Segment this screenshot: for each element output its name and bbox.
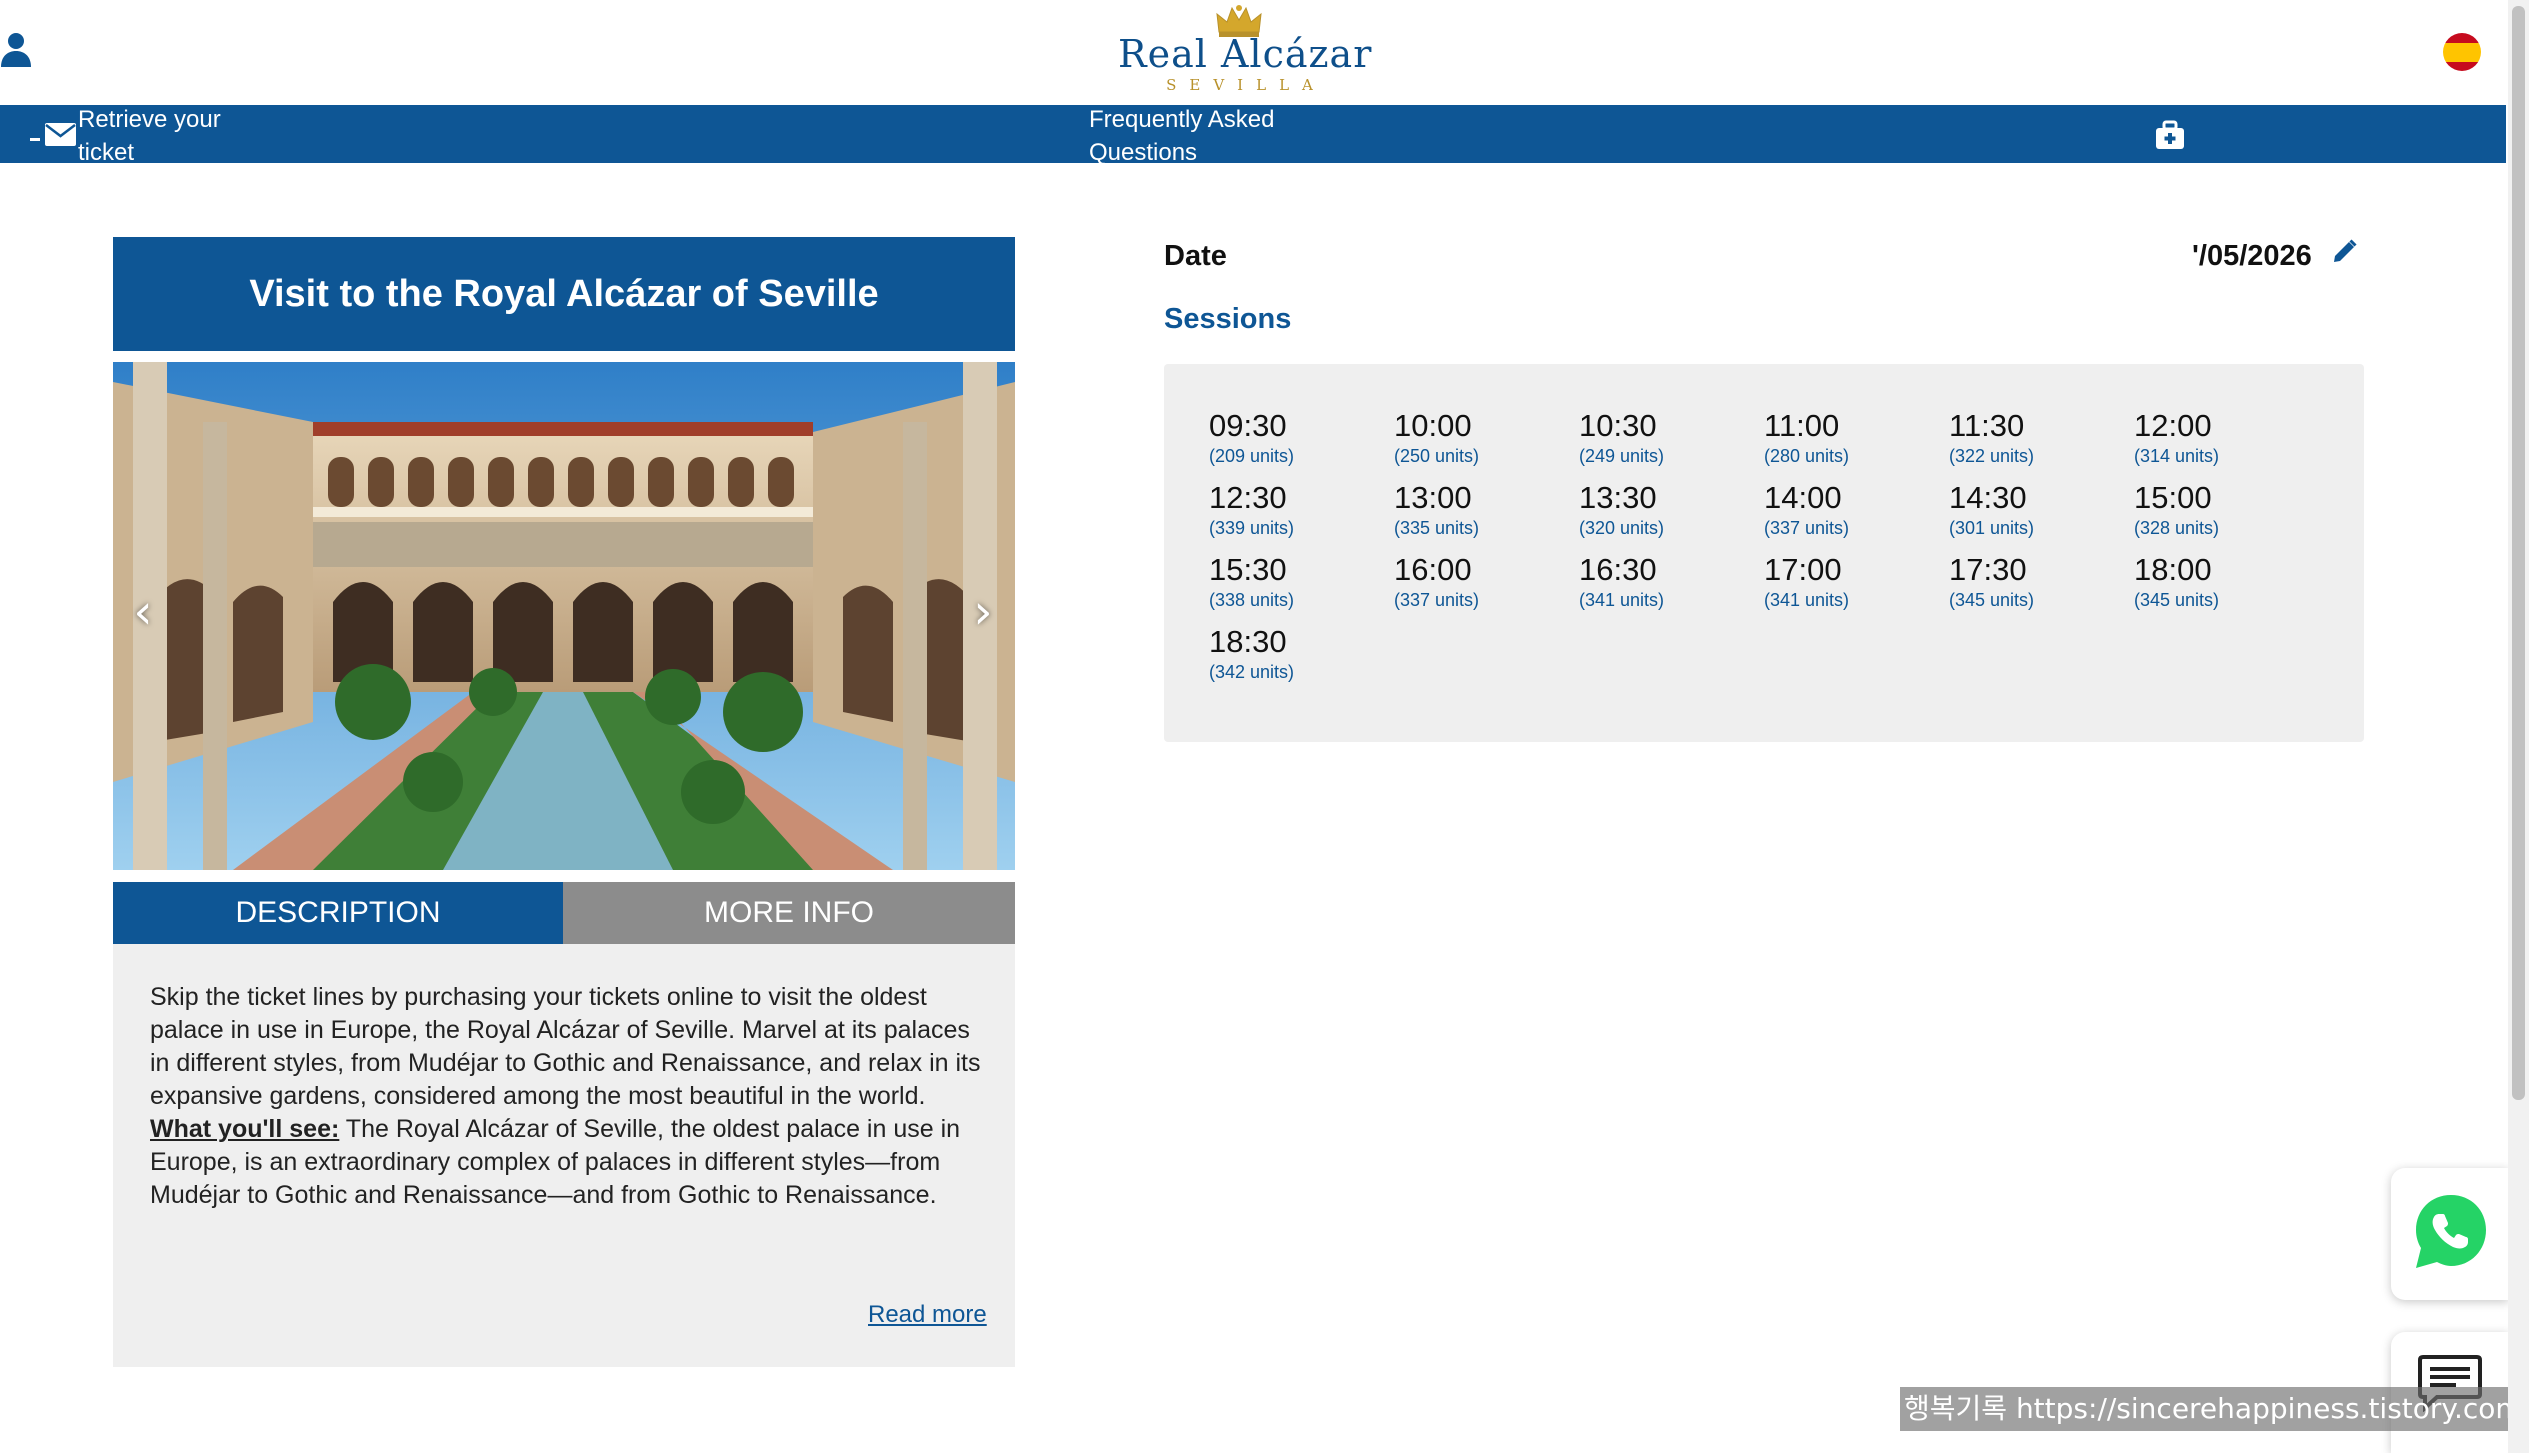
- session-time: 10:30: [1579, 408, 1657, 443]
- session-units: (280 units): [1764, 446, 1850, 466]
- product-title: Visit to the Royal Alcázar of Seville: [113, 237, 1015, 351]
- session-units: (250 units): [1394, 446, 1480, 466]
- watermark: 행복기록 https://sincerehappiness.tistory.co…: [1900, 1387, 2527, 1431]
- session-slot[interactable]: 14:30 (301 units): [1949, 480, 2099, 546]
- session-time: 17:00: [1764, 552, 1842, 587]
- page-scrollbar[interactable]: [2508, 0, 2529, 1453]
- session-units: (314 units): [2134, 446, 2220, 466]
- mail-icon[interactable]: [44, 122, 77, 147]
- what-youll-see-label: What you'll see:: [150, 1115, 340, 1143]
- session-time: 12:30: [1209, 480, 1287, 515]
- session-time: 16:00: [1394, 552, 1472, 587]
- session-slot[interactable]: 13:00 (335 units): [1394, 480, 1544, 546]
- session-slot[interactable]: 12:30 (339 units): [1209, 480, 1359, 546]
- courtyard-image: [113, 362, 1015, 870]
- session-slot[interactable]: 13:30 (320 units): [1579, 480, 1729, 546]
- session-slot[interactable]: 17:00 (341 units): [1764, 552, 1914, 618]
- top-header: Real Alcázar SEVILLA: [0, 0, 2506, 105]
- site-logo[interactable]: Real Alcázar SEVILLA: [1118, 4, 1373, 94]
- description-paragraph: Skip the ticket lines by purchasing your…: [150, 983, 981, 1110]
- session-slot[interactable]: 18:00 (345 units): [2134, 552, 2284, 618]
- session-slot[interactable]: 10:30 (249 units): [1579, 408, 1729, 474]
- user-icon[interactable]: [0, 32, 34, 68]
- session-slot[interactable]: 14:00 (337 units): [1764, 480, 1914, 546]
- description-text: Skip the ticket lines by purchasing your…: [150, 981, 990, 1212]
- session-slot[interactable]: 09:30 (209 units): [1209, 408, 1359, 474]
- session-slot[interactable]: 16:00 (337 units): [1394, 552, 1544, 618]
- session-units: (301 units): [1949, 518, 2035, 538]
- session-slot[interactable]: 11:00 (280 units): [1764, 408, 1914, 474]
- session-units: (338 units): [1209, 590, 1295, 610]
- session-slot[interactable]: 15:30 (338 units): [1209, 552, 1359, 618]
- nav-retrieve-ticket-link[interactable]: Retrieve your ticket: [78, 103, 278, 169]
- session-slot[interactable]: 17:30 (345 units): [1949, 552, 2099, 618]
- session-units: (322 units): [1949, 446, 2035, 466]
- whatsapp-button[interactable]: [2391, 1168, 2509, 1300]
- session-units: (337 units): [1764, 518, 1850, 538]
- sessions-label: Sessions: [1164, 303, 1292, 335]
- session-units: (342 units): [1209, 662, 1295, 682]
- session-units: (339 units): [1209, 518, 1295, 538]
- session-time: 11:30: [1949, 408, 2025, 443]
- session-slot[interactable]: 10:00 (250 units): [1394, 408, 1544, 474]
- session-time: 11:00: [1764, 408, 1840, 443]
- session-units: (320 units): [1579, 518, 1665, 538]
- session-units: (337 units): [1394, 590, 1480, 610]
- session-units: (249 units): [1579, 446, 1665, 466]
- logo-subtext: SEVILLA: [1166, 76, 1326, 94]
- session-time: 16:30: [1579, 552, 1657, 587]
- nav-bar: Retrieve your ticket Frequently Asked Qu…: [0, 105, 2506, 166]
- session-units: (345 units): [1949, 590, 2035, 610]
- session-slot[interactable]: 16:30 (341 units): [1579, 552, 1729, 618]
- session-time: 15:00: [2134, 480, 2212, 515]
- session-slot[interactable]: 11:30 (322 units): [1949, 408, 2099, 474]
- session-units: (328 units): [2134, 518, 2220, 538]
- scrollbar-thumb[interactable]: [2512, 6, 2525, 1100]
- session-time: 13:00: [1394, 480, 1472, 515]
- tab-more-info[interactable]: MORE INFO: [563, 882, 1015, 944]
- logo-text: Real Alcázar: [1118, 32, 1373, 76]
- session-time: 13:30: [1579, 480, 1657, 515]
- session-units: (335 units): [1394, 518, 1480, 538]
- session-time: 12:00: [2134, 408, 2212, 443]
- session-time: 09:30: [1209, 408, 1287, 443]
- session-slot[interactable]: 12:00 (314 units): [2134, 408, 2284, 474]
- session-slot[interactable]: 18:30 (342 units): [1209, 624, 1359, 690]
- date-label: Date: [1164, 240, 1227, 272]
- pencil-icon[interactable]: [2330, 238, 2358, 266]
- session-time: 17:30: [1949, 552, 2027, 587]
- spain-flag-icon[interactable]: [2443, 33, 2481, 71]
- session-slot[interactable]: 15:00 (328 units): [2134, 480, 2284, 546]
- read-more-link[interactable]: Read more: [868, 1301, 987, 1329]
- session-time: 15:30: [1209, 552, 1287, 587]
- session-time: 10:00: [1394, 408, 1472, 443]
- session-units: (341 units): [1579, 590, 1665, 610]
- sessions-grid: 09:30 (209 units) 10:00 (250 units) 10:30 (…: [1164, 364, 2364, 742]
- session-time: 14:30: [1949, 480, 2027, 515]
- session-units: (209 units): [1209, 446, 1295, 466]
- carousel-prev-button[interactable]: ‹: [123, 582, 163, 642]
- session-units: (341 units): [1764, 590, 1850, 610]
- session-time: 18:30: [1209, 624, 1287, 659]
- image-carousel[interactable]: ‹ ›: [113, 362, 1015, 870]
- tab-description[interactable]: DESCRIPTION: [113, 882, 563, 944]
- nav-faq-link[interactable]: Frequently Asked Questions: [1089, 103, 1329, 169]
- description-panel: Skip the ticket lines by purchasing your…: [113, 944, 1015, 1367]
- date-value[interactable]: '/05/2026: [2192, 240, 2312, 273]
- whatsapp-icon: [2416, 1195, 2486, 1268]
- session-units: (345 units): [2134, 590, 2220, 610]
- briefcase-icon[interactable]: [2154, 119, 2186, 151]
- session-time: 18:00: [2134, 552, 2212, 587]
- carousel-next-button[interactable]: ›: [963, 582, 1003, 642]
- nav-dash: [30, 138, 40, 141]
- session-time: 14:00: [1764, 480, 1842, 515]
